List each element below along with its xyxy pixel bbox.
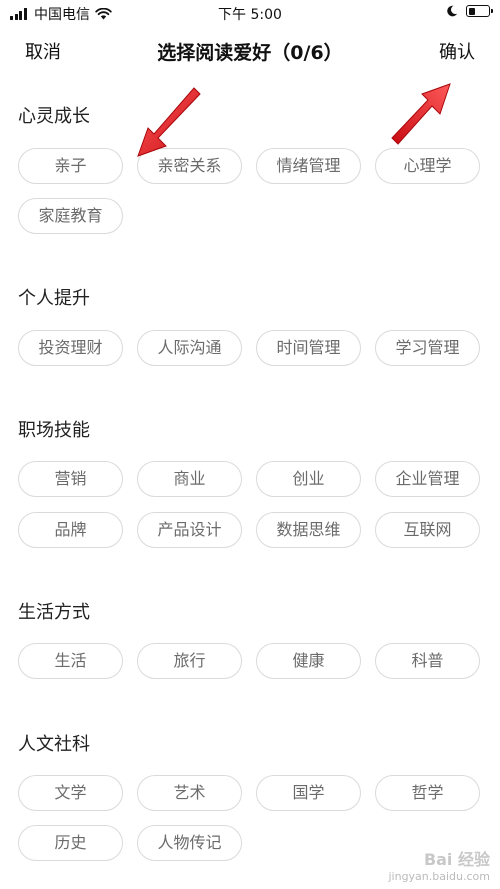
tag-item[interactable]: 历史 (18, 825, 123, 861)
section-title: 生活方式 (18, 602, 90, 623)
tag-item[interactable]: 企业管理 (375, 461, 480, 497)
tag-item[interactable]: 数据思维 (256, 512, 361, 548)
status-time: 下午 5:00 (218, 7, 282, 23)
tag-item[interactable]: 国学 (256, 775, 361, 811)
battery-fill (468, 7, 476, 15)
tag-item[interactable]: 心理学 (375, 148, 480, 184)
watermark-line2: jingyan.baidu.com (388, 870, 490, 883)
status-bar: 中国电信 下午 5:00 (0, 0, 500, 26)
nav-bar: 取消 选择阅读爱好（0/6） 确认 (0, 26, 500, 76)
tag-item[interactable]: 家庭教育 (18, 198, 123, 234)
page-title: 选择阅读爱好（0/6） (157, 42, 343, 64)
tag-item[interactable]: 时间管理 (256, 330, 361, 366)
watermark: Bai 经验 jingyan.baidu.com (388, 846, 490, 883)
tag-item[interactable]: 旅行 (137, 643, 242, 679)
tag-item[interactable]: 品牌 (18, 512, 123, 548)
section-title: 心灵成长 (18, 106, 90, 127)
tag-item[interactable]: 创业 (256, 461, 361, 497)
tag-item[interactable]: 艺术 (137, 775, 242, 811)
section-title: 职场技能 (18, 420, 90, 441)
tag-item[interactable]: 人际沟通 (137, 330, 242, 366)
tag-item[interactable]: 营销 (18, 461, 123, 497)
tag-item[interactable]: 哲学 (375, 775, 480, 811)
tag-item[interactable]: 商业 (137, 461, 242, 497)
watermark-line1: Bai 经验 (423, 850, 490, 869)
section-title: 个人提升 (18, 288, 90, 309)
tag-item[interactable]: 情绪管理 (256, 148, 361, 184)
arrow-annotation-right (391, 83, 451, 145)
confirm-button[interactable]: 确认 (439, 38, 475, 64)
tag-item[interactable]: 互联网 (375, 512, 480, 548)
tag-item[interactable]: 健康 (256, 643, 361, 679)
tag-item[interactable]: 亲密关系 (137, 148, 242, 184)
tag-item[interactable]: 文学 (18, 775, 123, 811)
tag-item[interactable]: 投资理财 (18, 330, 123, 366)
tag-item[interactable]: 科普 (375, 643, 480, 679)
tag-item[interactable]: 亲子 (18, 148, 123, 184)
section-title: 人文社科 (18, 734, 90, 755)
tag-item[interactable]: 学习管理 (375, 330, 480, 366)
battery-icon (466, 5, 493, 17)
tag-item[interactable]: 生活 (18, 643, 123, 679)
tag-item[interactable]: 人物传记 (137, 825, 242, 861)
moon-icon (447, 5, 458, 17)
status-right (446, 5, 493, 17)
tag-item[interactable]: 产品设计 (137, 512, 242, 548)
